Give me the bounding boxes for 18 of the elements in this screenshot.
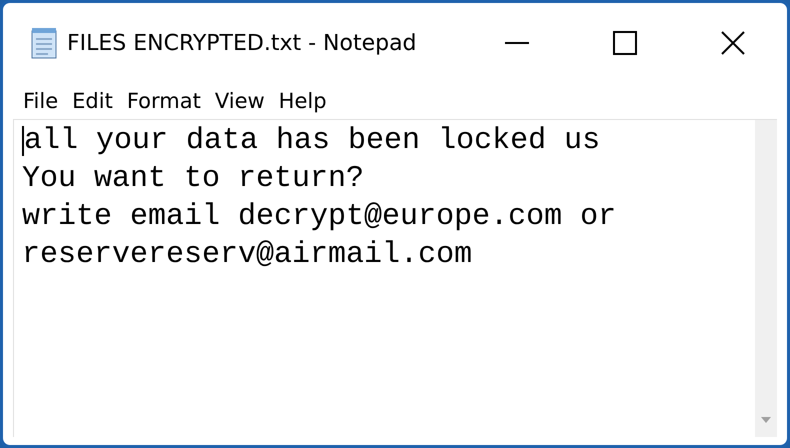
menu-item[interactable]: File: [23, 89, 58, 113]
scroll-bar[interactable]: [755, 120, 777, 437]
text-line: all your data has been locked us: [24, 123, 600, 160]
menu-item[interactable]: Edit: [72, 89, 113, 113]
text-cursor: [22, 126, 24, 156]
text-line: write email decrypt@europe.com or: [22, 199, 616, 236]
text-line: You want to return?: [22, 161, 364, 198]
menu-item[interactable]: View: [214, 89, 265, 113]
close-icon: [720, 30, 746, 56]
minimize-icon: [505, 42, 529, 44]
text-line: reservereserv@airmail.com: [22, 237, 472, 274]
text-area[interactable]: all your data has been locked us You want to return? write email decrypt@europe.com or reservereserv@airmail.com: [13, 119, 777, 437]
menu-item[interactable]: Format: [126, 89, 201, 113]
window-title: FILES ENCRYPTED.txt - Notepad: [67, 30, 417, 56]
scroll-down-icon[interactable]: [761, 417, 771, 423]
menu-item[interactable]: Help: [278, 89, 327, 113]
maximize-icon: [612, 30, 638, 56]
notepad-icon: [29, 27, 59, 59]
